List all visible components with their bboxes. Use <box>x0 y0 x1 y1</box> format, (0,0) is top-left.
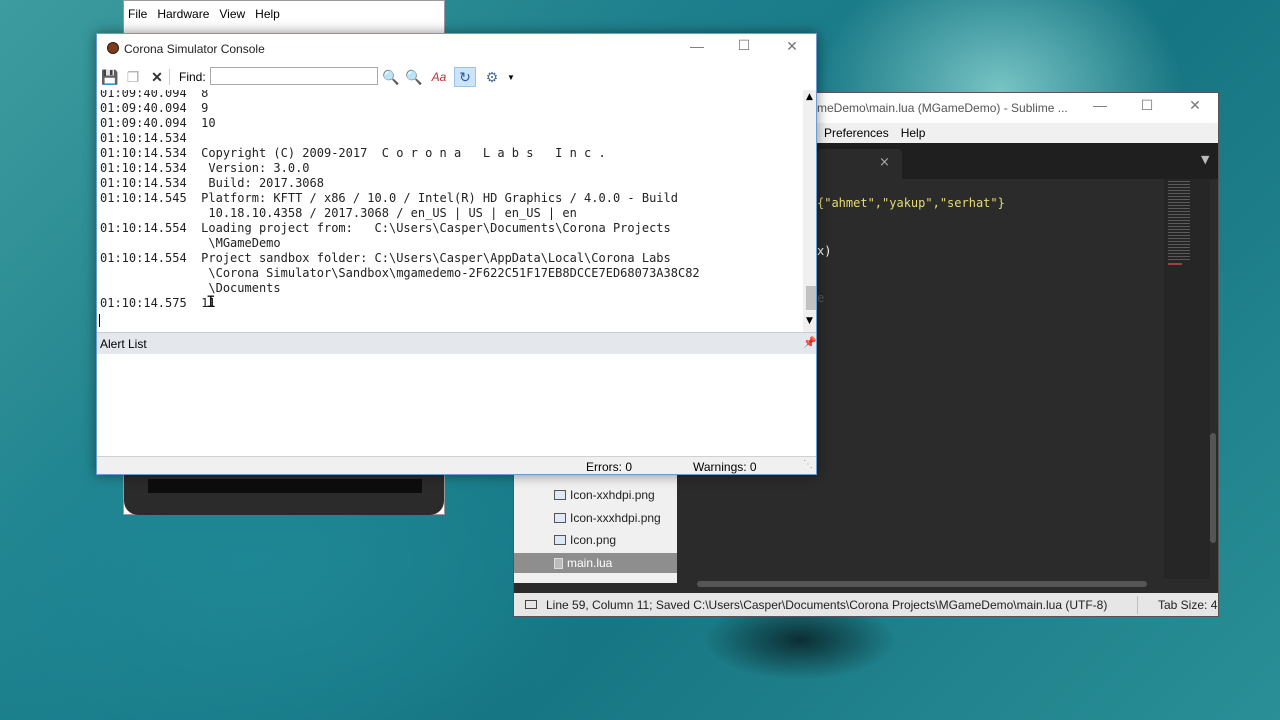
settings-gear-icon[interactable]: ⚙ <box>483 68 501 86</box>
resize-grip-icon[interactable]: ⋱ <box>803 459 813 470</box>
console-titlebar: Corona Simulator Console — ☐ ✕ <box>97 34 816 64</box>
lua-file-icon <box>554 557 563 569</box>
code-line-names: {"ahmet","yakup","serhat"} <box>817 196 1005 210</box>
log-line: 01:09:40.094 10 <box>100 116 216 130</box>
image-file-icon <box>554 513 566 523</box>
match-case-icon[interactable]: Aa <box>430 68 448 86</box>
log-line: 01:09:40.094 9 <box>100 101 209 115</box>
file-label: Icon-xxxhdpi.png <box>570 511 661 525</box>
scrollbar-thumb[interactable] <box>806 286 816 310</box>
find-input[interactable] <box>210 67 378 85</box>
file-label: Icon.png <box>570 533 617 547</box>
scroll-down-icon[interactable]: ▼ <box>806 316 813 326</box>
minimap-code <box>1168 181 1190 261</box>
status-divider <box>1137 596 1138 614</box>
log-line: 01:10:14.554 Loading project from: C:\Us… <box>100 221 671 235</box>
text-caret <box>99 314 100 327</box>
log-line: 01:10:14.575 11 <box>100 296 216 310</box>
sidebar-file-icon-xxhdpi[interactable]: Icon-xxhdpi.png <box>554 485 655 505</box>
sidebar-file-main-lua[interactable]: main.lua <box>514 553 677 573</box>
alert-list-header: Alert List 📌 <box>97 332 816 355</box>
log-line: 01:10:14.534 <box>100 131 187 145</box>
sublime-sidebar: Icon-xxhdpi.png Icon-xxxhdpi.png Icon.pn… <box>514 473 677 583</box>
minimize-icon[interactable]: — <box>1085 97 1115 113</box>
close-icon[interactable]: ✕ <box>1180 97 1210 114</box>
sublime-vertical-scrollbar[interactable] <box>1210 433 1216 543</box>
sublime-horizontal-scrollbar[interactable] <box>697 581 1147 587</box>
panel-toggle-icon[interactable] <box>525 600 537 609</box>
sublime-statusbar: Line 59, Column 11; Saved C:\Users\Caspe… <box>514 593 1218 616</box>
find-label: Find: <box>179 70 206 84</box>
sidebar-file-icon-xxxhdpi[interactable]: Icon-xxxhdpi.png <box>554 508 661 528</box>
mouse-cursor-icon: I <box>206 292 216 311</box>
sublime-tabbar: × ▼ <box>817 143 1218 179</box>
sidebar-file-icon-png[interactable]: Icon.png <box>554 530 616 550</box>
file-label: main.lua <box>567 556 613 570</box>
simulator-device-screen[interactable] <box>148 479 422 493</box>
code-line-faded: e <box>817 291 825 305</box>
log-line: 01:10:14.534 Version: 3.0.0 <box>100 161 310 175</box>
log-line: 01:09:40.094 8 <box>100 90 209 100</box>
status-text: Line 59, Column 11; Saved C:\Users\Caspe… <box>546 598 1108 612</box>
sublime-editor[interactable]: {"ahmet","yakup","serhat"} x) e <box>817 179 1164 579</box>
menu-help[interactable]: Help <box>901 126 926 143</box>
maximize-icon[interactable]: ☐ <box>729 37 759 54</box>
alert-list-panel[interactable] <box>97 354 816 456</box>
console-toolbar: 💾 ❐ ✕ Find: 🔍 🔍 Aa ↻ ⚙ ▼ <box>97 64 816 90</box>
log-line: \MGameDemo <box>100 236 281 250</box>
menu-preferences[interactable]: Preferences <box>824 126 889 143</box>
errors-count: Errors: 0 <box>586 460 633 474</box>
simulator-menubar: File Hardware View Help <box>124 7 280 27</box>
copy-icon[interactable]: ❐ <box>124 68 142 86</box>
find-next-icon[interactable]: 🔍 <box>405 68 423 86</box>
log-line: \Corona Simulator\Sandbox\mgamedemo-2F62… <box>100 266 700 280</box>
log-line: 10.18.10.4358 / 2017.3068 / en_US | US |… <box>100 206 577 220</box>
menu-view[interactable]: View <box>219 7 245 27</box>
image-file-icon <box>554 490 566 500</box>
toolbar-divider <box>169 69 170 85</box>
tab-main-lua[interactable]: × <box>817 149 902 179</box>
chevron-down-icon[interactable]: ▼ <box>502 68 520 86</box>
simulator-device-frame <box>124 475 444 515</box>
save-icon[interactable]: 💾 <box>101 68 119 86</box>
tab-close-icon[interactable]: × <box>879 155 890 170</box>
console-window-title: Corona Simulator Console <box>124 42 265 56</box>
minimize-icon[interactable]: — <box>682 38 712 54</box>
find-previous-icon[interactable]: 🔍 <box>382 68 400 86</box>
menu-hardware[interactable]: Hardware <box>157 7 209 27</box>
sublime-minimap[interactable] <box>1164 179 1210 579</box>
file-label: Icon-xxhdpi.png <box>570 488 655 502</box>
tab-size-selector[interactable]: Tab Size: 4 <box>1158 598 1217 612</box>
alert-list-label: Alert List <box>100 337 147 351</box>
console-vertical-scrollbar[interactable]: ▲ ▼ <box>803 90 816 332</box>
close-icon[interactable]: ✕ <box>777 38 807 55</box>
pin-icon[interactable]: 📌 <box>803 336 816 349</box>
log-line: 01:10:14.554 Project sandbox folder: C:\… <box>100 251 671 265</box>
log-line: \Documents <box>100 281 281 295</box>
sublime-window-title: meDemo\main.lua (MGameDemo) - Sublime ..… <box>817 101 1068 115</box>
minimap-highlight <box>1168 263 1182 265</box>
clear-icon[interactable]: ✕ <box>148 68 166 86</box>
warnings-count: Warnings: 0 <box>693 460 757 474</box>
tabs-dropdown-icon[interactable]: ▼ <box>1201 153 1209 166</box>
wrap-around-icon[interactable]: ↻ <box>454 67 476 87</box>
console-output[interactable]: 01:09:40.094 8 01:09:40.094 9 01:09:40.0… <box>97 90 803 332</box>
code-line-call: x) <box>817 244 832 258</box>
log-line: 01:10:14.534 Copyright (C) 2009-2017 C o… <box>100 146 606 160</box>
console-statusbar: Errors: 0 Warnings: 0 ⋱ <box>97 456 816 474</box>
log-line: 01:10:14.545 Platform: KFTT / x86 / 10.0… <box>100 191 678 205</box>
corona-console-window: Corona Simulator Console — ☐ ✕ 💾 ❐ ✕ Fin… <box>96 33 817 475</box>
corona-app-icon <box>107 42 119 54</box>
log-line: 01:10:14.534 Build: 2017.3068 <box>100 176 324 190</box>
scroll-up-icon[interactable]: ▲ <box>806 92 813 102</box>
maximize-icon[interactable]: ☐ <box>1132 97 1162 114</box>
image-file-icon <box>554 535 566 545</box>
menu-help[interactable]: Help <box>255 7 280 27</box>
menu-file[interactable]: File <box>128 7 147 27</box>
